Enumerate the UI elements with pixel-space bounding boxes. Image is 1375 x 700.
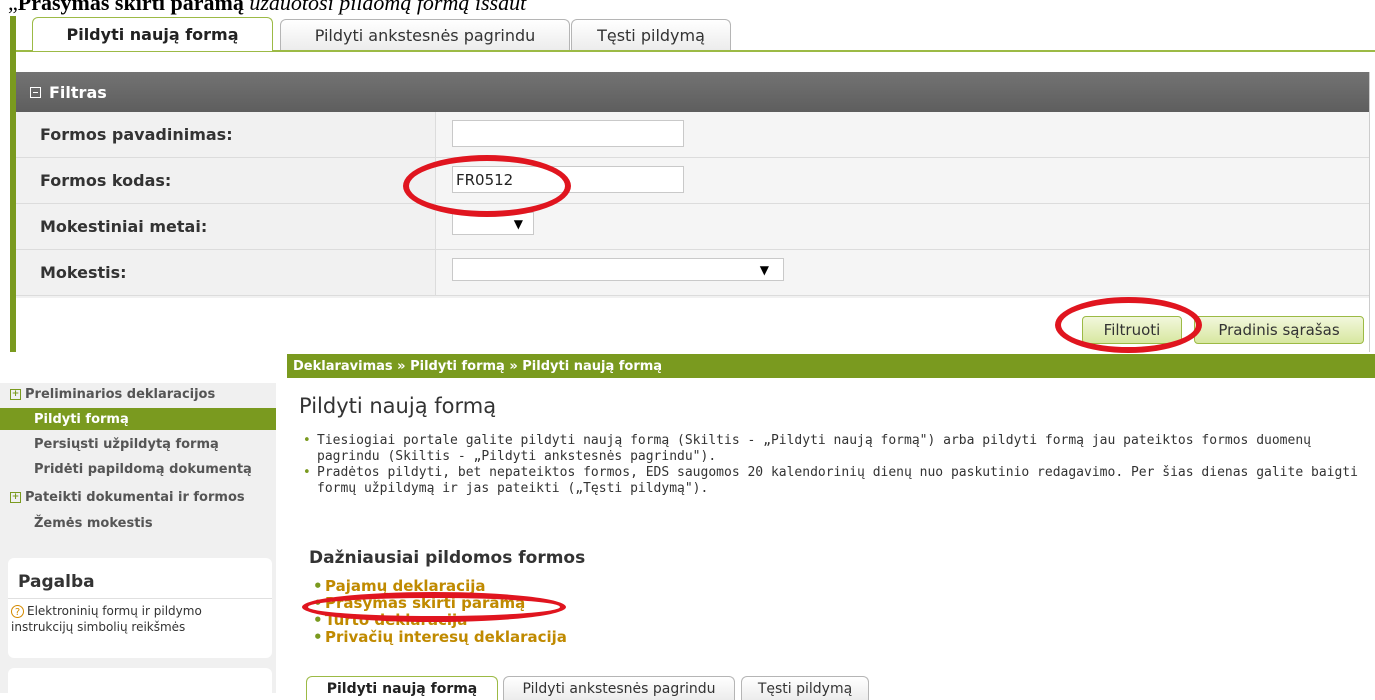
reset-list-button[interactable]: Pradinis sąrašas: [1194, 316, 1364, 344]
form-name-input[interactable]: [452, 120, 684, 147]
filter-header[interactable]: Filtras: [16, 72, 1369, 112]
sidebar-item-send-form[interactable]: Persiųsti užpildytą formą: [0, 433, 276, 455]
plus-icon[interactable]: +: [10, 491, 21, 503]
intro-list: Tiesiogiai portale galite pildyti naują …: [301, 433, 1366, 497]
tab-new-form[interactable]: Pildyti naują formą: [32, 17, 273, 51]
help-title: Pagalba: [18, 572, 95, 592]
frequent-forms-list: Pajamų deklaracija Prašymas skirti param…: [313, 578, 567, 647]
minus-icon[interactable]: [30, 86, 41, 98]
filter-row-form-code: Formos kodas: FR0512: [16, 158, 1369, 204]
divider: [8, 598, 272, 599]
main-content: Pildyti naują formą Tiesiogiai portale g…: [287, 378, 1375, 693]
filter-title: Filtras: [49, 82, 107, 102]
filter-row-tax-year: Mokestiniai metai: ▼: [16, 204, 1369, 250]
form-code-label: Formos kodas:: [16, 158, 436, 203]
caption-quote: „: [8, 0, 18, 15]
form-link-property[interactable]: Turto deklaracija: [313, 612, 567, 630]
tax-cell: ▼: [436, 250, 1369, 295]
help-link[interactable]: ? Elektroninių formų ir pildymo instrukci…: [11, 603, 266, 635]
help-icon: ?: [11, 605, 24, 618]
tax-select[interactable]: ▼: [452, 258, 784, 281]
caption-bold: Prašymas skirti paramą: [17, 0, 244, 15]
filter-actions: Filtruoti Pradinis sąrašas: [16, 298, 1369, 352]
sidebar-item-label: Persiųsti užpildytą formą: [34, 436, 219, 452]
tab-new-form[interactable]: Pildyti naują formą: [306, 676, 498, 700]
intro-item: Pradėtos pildyti, bet nepateiktos formos…: [301, 465, 1366, 497]
sidebar-item-submitted[interactable]: + Pateikti dokumentai ir formos: [0, 486, 276, 508]
instruction-caption: „Prašymas skirti paramą užduotosi pildom…: [8, 0, 526, 16]
frequent-forms-title: Dažniausiai pildomos formos: [309, 548, 586, 568]
dropdown-arrow-icon: ▼: [759, 263, 769, 277]
help-link-text: Elektroninių formų ir pildymo instrukcij…: [11, 604, 202, 634]
filter-row-tax: Mokestis: ▼: [16, 250, 1369, 296]
form-link-private-interests[interactable]: Privačių interesų deklaracija: [313, 629, 567, 647]
form-link-support-request[interactable]: Prašymas skirti paramą: [313, 595, 567, 613]
form-code-cell: FR0512: [436, 158, 1369, 203]
filter-row-form-name: Formos pavadinimas:: [16, 112, 1369, 158]
sidebar-item-label: Pildyti formą: [34, 411, 129, 427]
sidebar-item-label: Žemės mokestis: [34, 515, 153, 531]
intro-item: Tiesiogiai portale galite pildyti naują …: [301, 433, 1366, 465]
page-title: Pildyti naują formą: [299, 394, 497, 418]
filter-panel: Filtras Formos pavadinimas: Formos kodas…: [16, 72, 1370, 352]
tab-continue[interactable]: Tęsti pildymą: [741, 676, 869, 700]
breadcrumb: Deklaravimas » Pildyti formą » Pildyti n…: [287, 354, 1375, 378]
tab-previous-based[interactable]: Pildyti ankstesnės pagrindu: [280, 19, 570, 50]
tax-year-cell: ▼: [436, 204, 1369, 249]
form-name-cell: [436, 112, 1369, 157]
tax-year-label: Mokestiniai metai:: [16, 204, 436, 249]
sidebar-item-land-tax[interactable]: Žemės mokestis: [0, 512, 276, 534]
sidebar-item-add-document[interactable]: Pridėti papildomą dokumentą: [0, 458, 276, 480]
form-link-income[interactable]: Pajamų deklaracija: [313, 578, 567, 596]
tab-previous-based[interactable]: Pildyti ankstesnės pagrindu: [503, 676, 735, 700]
sidebar-item-label: Preliminarios deklaracijos: [25, 386, 216, 402]
tab-continue[interactable]: Tęsti pildymą: [571, 19, 731, 50]
caption-italic: užduotosi pildomą formą išsaut: [243, 0, 527, 15]
sidebar-item-label: Pateikti dokumentai ir formos: [25, 489, 245, 505]
form-code-input[interactable]: FR0512: [452, 166, 684, 193]
form-name-label: Formos pavadinimas:: [16, 112, 436, 157]
tax-year-select[interactable]: ▼: [452, 212, 534, 235]
dropdown-arrow-icon: ▼: [513, 217, 523, 231]
tax-label: Mokestis:: [16, 250, 436, 295]
sidebar-panel-stub: [8, 668, 272, 693]
sidebar-item-label: Pridėti papildomą dokumentą: [34, 461, 252, 477]
top-tab-bar: Pildyti naują formą Pildyti ankstesnės p…: [16, 16, 1375, 52]
plus-icon[interactable]: +: [10, 388, 21, 400]
help-panel: Pagalba ? Elektroninių formų ir pildymo i…: [8, 558, 272, 658]
sidebar-item-fill-form[interactable]: Pildyti formą: [0, 408, 276, 430]
sidebar-item-preliminary[interactable]: + Preliminarios deklaracijos: [0, 383, 276, 405]
filter-button[interactable]: Filtruoti: [1082, 316, 1182, 344]
